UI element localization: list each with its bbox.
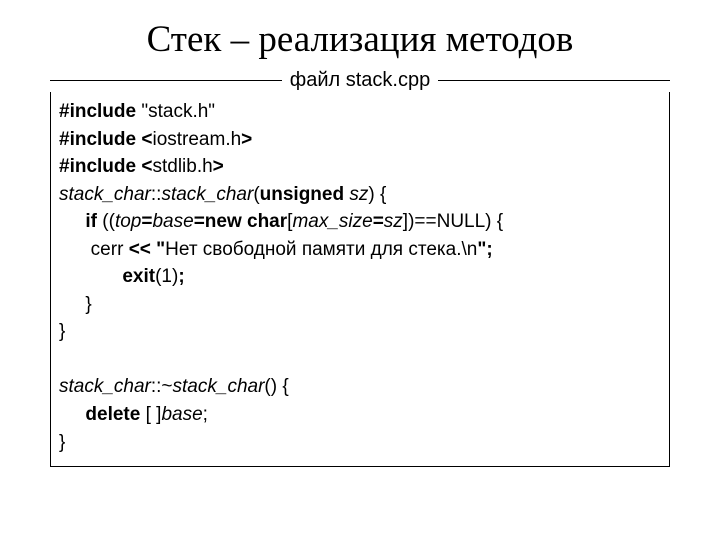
code-line [59,346,659,374]
code-line: } [59,291,659,319]
rule-left [50,80,282,81]
file-label: файл stack.cpp [290,69,430,92]
code-line: cerr << "Нет свободной памяти для стека.… [59,236,659,264]
code-line: stack_char::stack_char(unsigned sz) { [59,181,659,209]
slide-title: Стек – реализация методов [0,18,720,61]
code-line: delete [ ]base; [59,401,659,429]
code-line: exit(1); [59,263,659,291]
code-line: #include <stdlib.h> [59,153,659,181]
code-line: stack_char::~stack_char() { [59,373,659,401]
rule-right [438,80,670,81]
code-line: #include "stack.h" [59,98,659,126]
code-line: if ((top=base=new char[max_size=sz])==NU… [59,208,659,236]
code-line: } [59,318,659,346]
code-line: #include <iostream.h> [59,126,659,154]
code-box: #include "stack.h" #include <iostream.h>… [50,92,670,467]
code-line: } [59,429,659,457]
file-label-row: файл stack.cpp [50,69,670,92]
